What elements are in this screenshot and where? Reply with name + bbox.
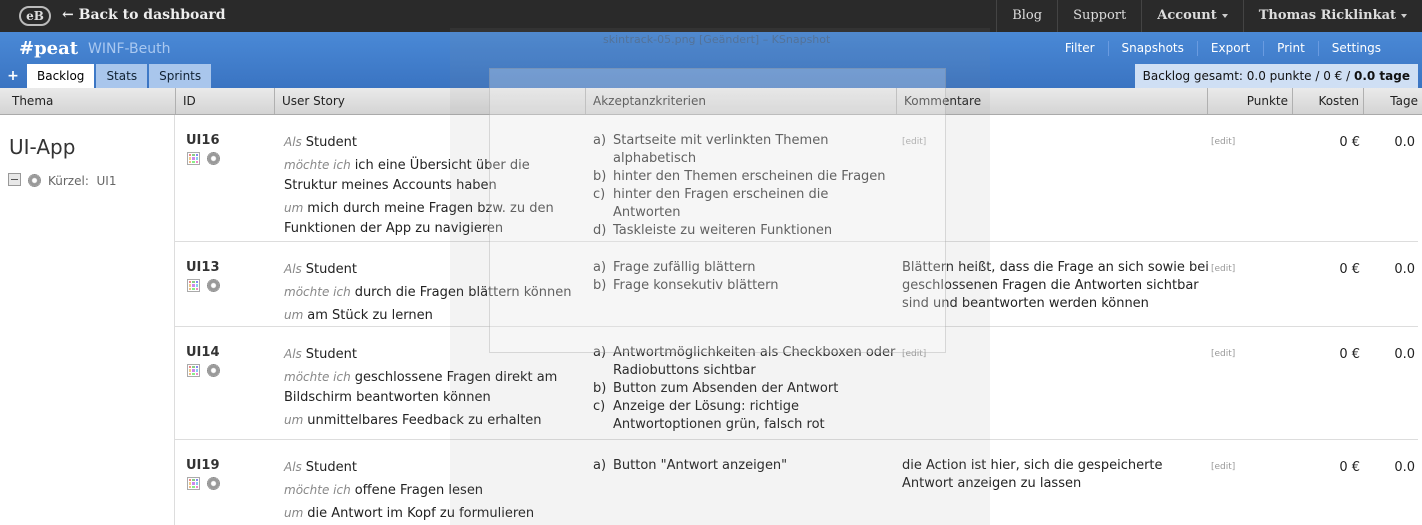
gear-icon[interactable] <box>28 174 41 187</box>
story-days: 0.0 <box>1394 262 1415 277</box>
menu-filter[interactable]: Filter <box>1052 41 1108 56</box>
top-nav: Blog Support Account Thomas Ricklinkat <box>996 0 1422 32</box>
tab-stats[interactable]: Stats <box>96 64 148 88</box>
app-logo[interactable]: eB <box>19 6 51 26</box>
story-days: 0.0 <box>1394 460 1415 475</box>
backlog-total-value: 0.0 punkte / 0 € / <box>1246 69 1351 83</box>
user-story[interactable]: Als Student möchte ich durch die Fragen bl… <box>284 259 584 328</box>
story-id[interactable]: UI16 <box>186 133 219 148</box>
project-menu: Filter Snapshots Export Print Settings <box>1052 41 1394 56</box>
story-cost: 0 € <box>1339 460 1360 475</box>
project-name[interactable]: #peat <box>19 38 78 59</box>
menu-settings[interactable]: Settings <box>1317 41 1394 56</box>
criterion: a) Frage zufällig blättern <box>593 260 756 275</box>
story-icons <box>187 152 220 165</box>
story-comment[interactable]: Blättern heißt, dass die Frage an sich s… <box>902 259 1209 313</box>
story-comment[interactable]: die Action ist hier, sich die gespeicher… <box>902 457 1209 493</box>
column-header-row: Thema ID User Story Akzeptanzkriterien K… <box>0 88 1422 115</box>
col-points[interactable]: Punkte <box>1207 88 1292 114</box>
story-cost: 0 € <box>1339 347 1360 362</box>
col-id[interactable]: ID <box>175 88 274 114</box>
gear-icon[interactable] <box>207 279 220 292</box>
top-nav-account[interactable]: Account <box>1141 0 1243 32</box>
gear-icon[interactable] <box>207 364 220 377</box>
color-grid-icon[interactable] <box>187 152 200 165</box>
story-icons <box>187 364 220 377</box>
criterion: b) Button zum Absenden der Antwort <box>593 381 839 396</box>
back-to-dashboard-link[interactable]: ← Back to dashboard <box>62 7 226 23</box>
top-nav-support[interactable]: Support <box>1057 0 1141 32</box>
story-days: 0.0 <box>1394 347 1415 362</box>
acceptance-criteria[interactable]: a) Antwortmöglichkeiten als Checkboxen od… <box>593 344 898 434</box>
theme-short-value: UI1 <box>96 174 117 188</box>
user-story[interactable]: Als Student möchte ich geschlossene Fragen… <box>284 344 584 433</box>
story-row[interactable]: UI19 Als Student möchte ich offene Fragen … <box>175 440 1418 525</box>
chevron-down-icon <box>1221 13 1228 18</box>
theme-short: Kürzel: UI1 <box>48 174 116 188</box>
criterion: a) Startseite mit verlinkten Themen alpha… <box>593 133 829 166</box>
menu-print[interactable]: Print <box>1263 41 1318 56</box>
col-cost[interactable]: Kosten <box>1292 88 1363 114</box>
criterion: b) hinter den Themen erscheinen die Frage… <box>593 169 886 184</box>
criterion: a) Button "Antwort anzeigen" <box>593 458 788 473</box>
story-id[interactable]: UI19 <box>186 458 219 473</box>
edit-points-link[interactable]: [edit] <box>1211 349 1235 359</box>
top-bar: eB ← Back to dashboard Blog Support Acco… <box>0 0 1422 32</box>
edit-comment-link[interactable]: [edit] <box>902 349 926 359</box>
view-tabs: Backlog Stats Sprints <box>27 64 213 88</box>
acceptance-criteria[interactable]: a) Button "Antwort anzeigen" <box>593 457 898 475</box>
story-cost: 0 € <box>1339 262 1360 277</box>
criterion: c) Anzeige der Lösung: richtige Antwortop… <box>593 399 825 432</box>
theme-name[interactable]: UI-App <box>9 135 75 159</box>
col-days[interactable]: Tage <box>1363 88 1422 114</box>
story-cost: 0 € <box>1339 135 1360 150</box>
user-story[interactable]: Als Student möchte ich offene Fragen lesen… <box>284 457 584 525</box>
acceptance-criteria[interactable]: a) Startseite mit verlinkten Themen alpha… <box>593 132 898 240</box>
gear-icon[interactable] <box>207 477 220 490</box>
story-id[interactable]: UI14 <box>186 345 219 360</box>
color-grid-icon[interactable] <box>187 364 200 377</box>
story-row[interactable]: UI14 Als Student möchte ich geschlossene F… <box>175 327 1418 440</box>
top-nav-blog[interactable]: Blog <box>996 0 1057 32</box>
chevron-down-icon <box>1401 13 1407 18</box>
add-story-icon[interactable]: + <box>4 66 22 86</box>
story-id[interactable]: UI13 <box>186 260 219 275</box>
tab-sprints[interactable]: Sprints <box>149 64 212 88</box>
project-subtitle: WINF-Beuth <box>88 41 171 57</box>
criterion: c) hinter den Fragen erscheinen die Antwo… <box>593 187 829 220</box>
col-user-story[interactable]: User Story <box>274 88 585 114</box>
edit-points-link[interactable]: [edit] <box>1211 462 1235 472</box>
backlog-total: Backlog gesamt: 0.0 punkte / 0 € / 0.0 t… <box>1134 64 1418 88</box>
color-grid-icon[interactable] <box>187 477 200 490</box>
edit-points-link[interactable]: [edit] <box>1211 137 1235 147</box>
theme-column: UI-App Kürzel: UI1 <box>0 115 175 525</box>
story-row[interactable]: UI13 Als Student möchte ich durch die Frag… <box>175 242 1418 327</box>
story-icons <box>187 477 220 490</box>
color-grid-icon[interactable] <box>187 279 200 292</box>
edit-comment-link[interactable]: [edit] <box>902 137 926 147</box>
criterion: a) Antwortmöglichkeiten als Checkboxen od… <box>593 345 896 378</box>
edit-points-link[interactable]: [edit] <box>1211 264 1235 274</box>
story-days: 0.0 <box>1394 135 1415 150</box>
acceptance-criteria[interactable]: a) Frage zufällig blättern b) Frage konsek… <box>593 259 898 295</box>
backlog-total-days: 0.0 tage <box>1354 69 1410 83</box>
criterion: d) Taskleiste zu weiteren Funktionen <box>593 223 833 238</box>
criterion: b) Frage konsekutiv blättern <box>593 278 779 293</box>
menu-export[interactable]: Export <box>1196 41 1263 56</box>
tab-backlog[interactable]: Backlog <box>27 64 95 88</box>
collapse-icon[interactable] <box>8 173 21 186</box>
theme-short-label: Kürzel: <box>48 174 89 188</box>
menu-snapshots[interactable]: Snapshots <box>1107 41 1197 56</box>
top-nav-user[interactable]: Thomas Ricklinkat <box>1242 0 1422 32</box>
user-story[interactable]: Als Student möchte ich ich eine Übersicht … <box>284 132 584 241</box>
backlog-total-label: Backlog gesamt: <box>1142 69 1243 83</box>
story-row[interactable]: UI16 Als Student möchte ich ich eine Übers… <box>175 115 1418 242</box>
project-bar: #peat WINF-Beuth Filter Snapshots Export… <box>0 32 1422 88</box>
story-icons <box>187 279 220 292</box>
col-thema[interactable]: Thema <box>0 88 175 114</box>
col-comments[interactable]: Kommentare <box>896 88 1207 114</box>
col-criteria[interactable]: Akzeptanzkriterien <box>585 88 896 114</box>
gear-icon[interactable] <box>207 152 220 165</box>
